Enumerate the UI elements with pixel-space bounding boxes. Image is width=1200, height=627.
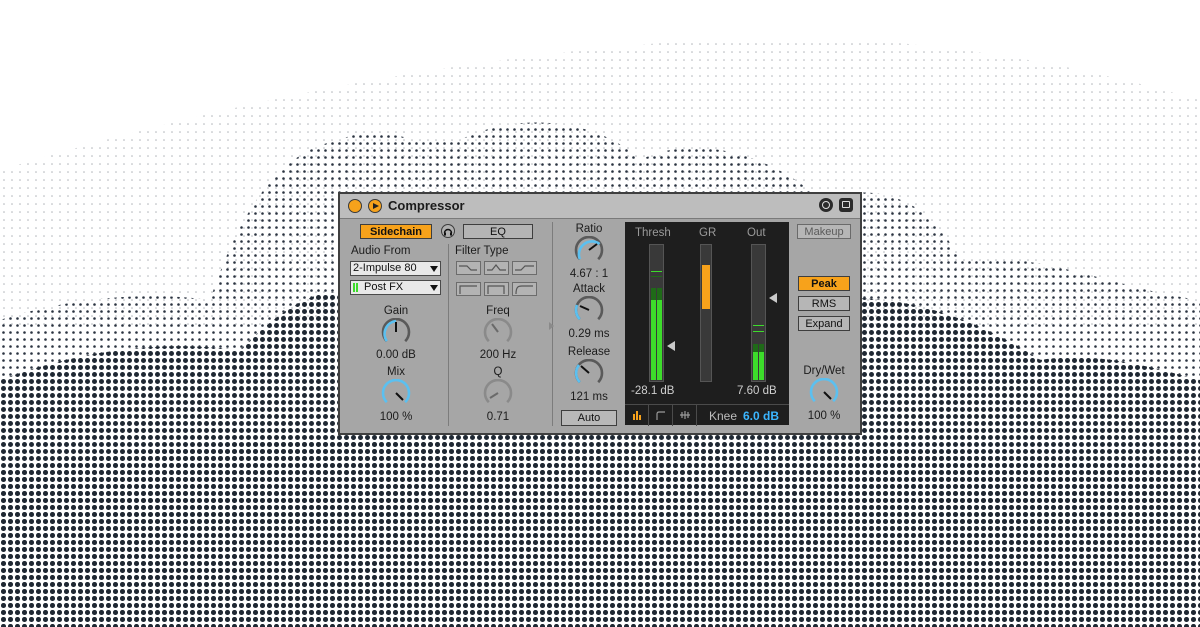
q-knob[interactable] bbox=[480, 379, 516, 409]
q-label: Q bbox=[493, 366, 503, 378]
audio-from-tap-dropdown[interactable]: Post FX bbox=[350, 280, 441, 295]
release-value: 121 ms bbox=[570, 391, 608, 403]
out-value[interactable]: 7.60 dB bbox=[737, 385, 777, 397]
hot-swap-icon[interactable] bbox=[819, 198, 833, 212]
collapsed-view-button[interactable] bbox=[625, 405, 649, 426]
dry-wet-value: 100 % bbox=[807, 410, 841, 422]
freq-label: Freq bbox=[486, 305, 510, 317]
filter-notch-icon[interactable] bbox=[484, 282, 509, 296]
save-preset-icon[interactable] bbox=[839, 198, 853, 212]
section-divider bbox=[448, 244, 449, 426]
sidechain-toggle-play-icon[interactable] bbox=[368, 199, 382, 213]
gain-value: 0.00 dB bbox=[376, 349, 416, 361]
gr-label: GR bbox=[699, 227, 717, 239]
filter-highshelf-icon[interactable] bbox=[512, 282, 537, 296]
threshold-meter[interactable] bbox=[649, 244, 664, 382]
q-value: 0.71 bbox=[486, 411, 510, 423]
knee-value[interactable]: 6.0 dB bbox=[743, 409, 779, 423]
gain-reduction-meter bbox=[700, 244, 712, 382]
gain-knob[interactable] bbox=[378, 318, 414, 348]
audio-from-dropdown[interactable]: 2-Impulse 80 bbox=[350, 261, 441, 276]
filter-highpass-icon[interactable] bbox=[512, 261, 537, 275]
level-indicator-icon bbox=[353, 283, 358, 292]
filter-lowpass-icon[interactable] bbox=[456, 261, 481, 275]
bars-icon bbox=[633, 411, 641, 420]
attack-label: Attack bbox=[573, 283, 605, 295]
thresh-value[interactable]: -28.1 dB bbox=[631, 385, 674, 397]
headphones-icon[interactable] bbox=[441, 224, 455, 238]
release-label: Release bbox=[567, 346, 611, 358]
chevron-down-icon bbox=[430, 285, 438, 291]
filter-bandpass-icon[interactable] bbox=[484, 261, 509, 275]
rms-mode-button[interactable]: RMS bbox=[798, 296, 850, 311]
attack-value: 0.29 ms bbox=[568, 328, 610, 340]
expand-mode-button[interactable]: Expand bbox=[798, 316, 850, 331]
output-handle-icon[interactable] bbox=[769, 293, 777, 303]
device-title: Compressor bbox=[388, 198, 465, 213]
audio-from-value: 2-Impulse 80 bbox=[353, 262, 417, 274]
audio-from-label: Audio From bbox=[351, 245, 411, 257]
eq-button[interactable]: EQ bbox=[463, 224, 533, 239]
knee-label: Knee bbox=[709, 409, 738, 423]
filter-type-label: Filter Type bbox=[455, 245, 509, 257]
peak-mode-button[interactable]: Peak bbox=[798, 276, 850, 291]
device-activator-button[interactable] bbox=[348, 199, 362, 213]
output-meter bbox=[751, 244, 766, 382]
dry-wet-label: Dry/Wet bbox=[803, 365, 845, 377]
sidechain-button[interactable]: Sidechain bbox=[360, 224, 432, 239]
gain-label: Gain bbox=[383, 305, 409, 317]
out-label: Out bbox=[747, 227, 766, 239]
thresh-label: Thresh bbox=[635, 227, 671, 239]
chevron-down-icon bbox=[430, 266, 438, 272]
mix-label: Mix bbox=[387, 366, 405, 378]
transfer-curve-button[interactable] bbox=[649, 405, 673, 426]
curve-icon bbox=[656, 411, 665, 420]
filter-type-grid bbox=[456, 261, 537, 296]
device-title-bar[interactable]: Compressor bbox=[340, 194, 860, 219]
meter-footer: Knee 6.0 dB bbox=[625, 404, 789, 426]
filter-lowshelf-icon[interactable] bbox=[456, 282, 481, 296]
waveform-icon bbox=[680, 411, 690, 419]
compressor-device: Compressor Sidechain EQ Audio From 2-Imp… bbox=[338, 192, 862, 435]
mix-knob[interactable] bbox=[378, 379, 414, 409]
freq-value: 200 Hz bbox=[479, 349, 517, 361]
activity-view-button[interactable] bbox=[673, 405, 697, 426]
collapse-arrow-icon[interactable] bbox=[549, 322, 554, 330]
mix-value: 100 % bbox=[379, 411, 413, 423]
meter-display: Thresh GR Out -28.1 dB 7.60 dB Knee 6.0 … bbox=[625, 222, 789, 426]
audio-from-tap-value: Post FX bbox=[364, 281, 404, 293]
attack-knob[interactable] bbox=[571, 296, 607, 326]
ratio-value: 4.67 : 1 bbox=[569, 268, 609, 280]
dry-wet-knob[interactable] bbox=[806, 378, 842, 408]
threshold-handle-icon[interactable] bbox=[667, 341, 675, 351]
release-knob[interactable] bbox=[571, 359, 607, 389]
makeup-button[interactable]: Makeup bbox=[797, 224, 851, 239]
ratio-label: Ratio bbox=[575, 223, 603, 235]
freq-knob[interactable] bbox=[480, 318, 516, 348]
auto-release-button[interactable]: Auto bbox=[561, 410, 617, 426]
ratio-knob[interactable] bbox=[571, 236, 607, 266]
